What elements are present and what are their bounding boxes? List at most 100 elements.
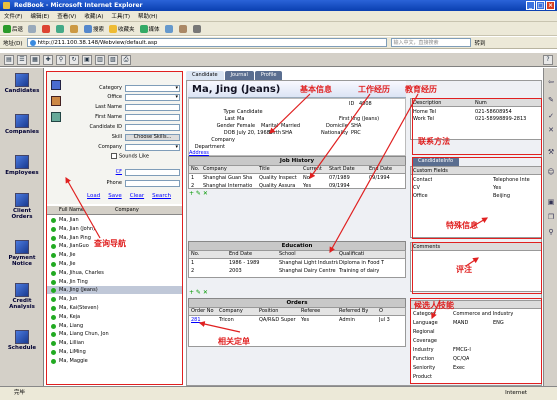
education-cell: Shanghai Dairy Centre (279, 268, 336, 274)
print-icon[interactable]: ⎙ (121, 54, 131, 65)
close-button[interactable]: × (546, 1, 555, 10)
tab-profile[interactable]: Profile (254, 71, 283, 80)
refresh-icon[interactable]: ↻ (69, 54, 79, 65)
menu-view[interactable]: 查看(V) (57, 12, 76, 20)
nav-schedule[interactable]: Schedule (2, 330, 42, 351)
edit-icon[interactable]: ✎ (546, 96, 556, 106)
app-toolbar: ▤ ☰ ▦ ✚ ⚲ ↻ ▣ ▥ ▧ ⎙ ? (0, 53, 557, 67)
orders-cell[interactable]: 281 (191, 317, 218, 324)
first-value: Jing (Jeans) (351, 116, 380, 122)
job-history-grid: No. Company Title Current Start Date End Date… (188, 165, 406, 189)
orders-col-header[interactable]: O (379, 308, 383, 315)
go-button[interactable]: 转到 (475, 39, 486, 47)
orders-col-header[interactable]: Order No (191, 308, 214, 315)
job-history-add-icon[interactable]: + ✎ ✕ (189, 190, 208, 197)
schedule-icon (15, 330, 29, 344)
stop-icon (42, 24, 51, 33)
annotation-order: 相关定单 (218, 337, 250, 346)
doc-icon[interactable]: ▣ (82, 54, 92, 65)
back-icon[interactable]: ⇦ (546, 78, 556, 88)
report-icon[interactable]: ▥ (95, 54, 105, 65)
detail-view-icon[interactable]: ▦ (30, 54, 40, 65)
chart-icon[interactable]: ▧ (108, 54, 118, 65)
education-col-header[interactable]: School (279, 251, 296, 258)
favorites-button[interactable]: 收藏夹 (109, 24, 135, 33)
job_history-col-header[interactable]: Title (259, 166, 270, 173)
orders-col-header[interactable]: Referred By (339, 308, 368, 315)
education-col-header[interactable]: Qualificati (339, 251, 364, 258)
annotation-basic: 基本信息 (300, 85, 332, 94)
attach-icon[interactable]: ⚲ (546, 228, 556, 238)
education-col-header[interactable]: No. (191, 251, 199, 258)
filter-icon[interactable]: ⚲ (56, 54, 66, 65)
web-search-input[interactable]: 输入中文，直接搜索 (390, 38, 471, 47)
job_history-col-header[interactable]: No. (191, 166, 199, 173)
job_history-col-header[interactable]: Company (203, 166, 227, 173)
tab-journal[interactable]: Journal (224, 71, 254, 80)
job_history-cell: Quality Inspect (259, 175, 297, 181)
orders-cell: Tricon (219, 317, 234, 323)
job_history-col-header[interactable]: Start Date (329, 166, 355, 173)
minimize-button[interactable]: _ (526, 1, 535, 10)
new-record-icon[interactable]: ✚ (43, 54, 53, 65)
orders-col-header[interactable]: Position (259, 308, 278, 315)
mail-icon (178, 24, 187, 33)
person-icon[interactable]: ☺ (546, 168, 556, 178)
mail-button[interactable] (178, 24, 188, 33)
maximize-button[interactable]: □ (536, 1, 545, 10)
job_history-col-header[interactable]: Current (303, 166, 322, 173)
nav-client-orders[interactable]: Client Orders (2, 193, 42, 220)
nav-employees[interactable]: Employees (2, 155, 42, 176)
annotation-skill: 候选人技能 (414, 301, 454, 310)
menu-edit[interactable]: 编辑(E) (30, 12, 49, 20)
back-button[interactable]: 后退 (3, 24, 23, 33)
education-add-icon[interactable]: + ✎ ✕ (189, 289, 208, 296)
refresh-button[interactable] (56, 24, 65, 33)
save-icon[interactable]: ▣ (546, 198, 556, 208)
tab-candidate[interactable]: Candidate (186, 71, 224, 80)
education-grid: No. End Date School Qualificati 1 1986 - 198… (188, 250, 406, 278)
delete-icon[interactable]: ✕ (546, 126, 556, 136)
print-button[interactable] (192, 24, 202, 33)
search-icon (84, 24, 93, 33)
search-button[interactable]: 搜索 (84, 24, 104, 33)
help-icon[interactable]: ? (543, 54, 553, 65)
tools-icon[interactable]: ⚒ (546, 148, 556, 158)
history-button[interactable] (164, 24, 174, 33)
menu-tools[interactable]: 工具(T) (111, 12, 130, 20)
address-bar: 地址(D) http://211.100.38.148/Webview/defa… (0, 37, 557, 49)
job_history-cell: No (303, 175, 310, 181)
nav-companies[interactable]: Companies (2, 114, 42, 135)
right-toolbar: ⇦ ✎ ✓ ✕ ⚒ ☺ ▣ ❐ ⚲ (543, 68, 557, 386)
stop-button[interactable] (42, 24, 51, 33)
list-view-icon[interactable]: ☰ (17, 54, 27, 65)
basic-info-panel: ID 4008 Type Candidate Last Ma First Jin… (188, 98, 406, 156)
education-col-header[interactable]: End Date (229, 251, 252, 258)
menu-file[interactable]: 文件(F) (4, 12, 22, 20)
job_history-col-header[interactable]: End Date (369, 166, 392, 173)
job_history-cell: Shanghai Internatio (203, 183, 253, 189)
job_history-cell: 07/1989 (329, 175, 350, 181)
history-icon (164, 24, 173, 33)
orders-col-header[interactable]: Company (219, 308, 243, 315)
orders-col-header[interactable]: Referee (301, 308, 320, 315)
status-zone: Internet (505, 390, 527, 396)
job_history-cell: Yes (303, 183, 312, 189)
check-icon[interactable]: ✓ (546, 112, 556, 122)
client-orders-icon (15, 193, 29, 207)
layout-icon[interactable]: ▤ (4, 54, 14, 65)
education-cell: Training of dairy (339, 268, 380, 274)
education-cell: Diploma in Food T (339, 260, 385, 266)
nav-payment-notice[interactable]: Payment Notice (2, 240, 42, 267)
menu-help[interactable]: 帮助(H) (138, 12, 157, 20)
home-button[interactable] (70, 24, 79, 33)
nav-credit-analysis[interactable]: Credit Analysis (2, 283, 42, 310)
forward-button[interactable] (28, 24, 37, 33)
copy-icon[interactable]: ❐ (546, 213, 556, 223)
menu-favorites[interactable]: 收藏(A) (84, 12, 103, 20)
media-button[interactable]: 媒体 (139, 24, 160, 33)
candidate-id: 4008 (359, 101, 372, 107)
address-input[interactable]: http://211.100.38.148/Webview/default.as… (26, 38, 387, 47)
nav-candidates[interactable]: Candidates (2, 73, 42, 94)
nationality-value: PRC (351, 130, 361, 136)
